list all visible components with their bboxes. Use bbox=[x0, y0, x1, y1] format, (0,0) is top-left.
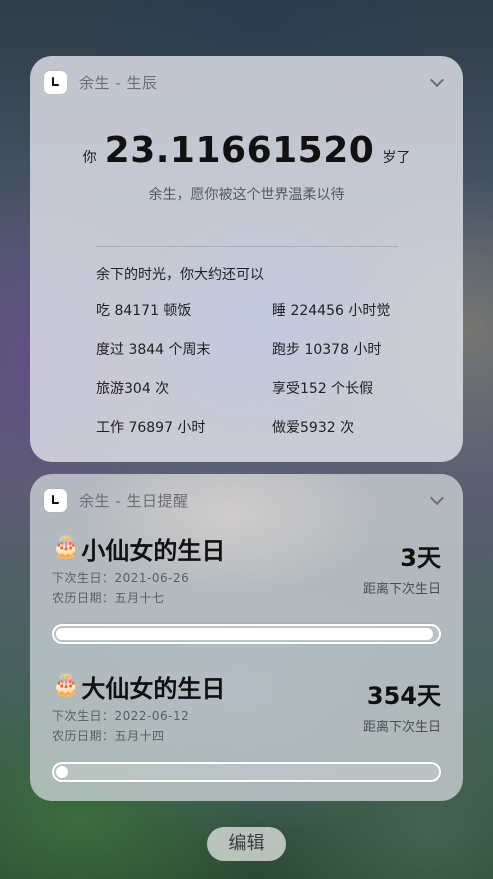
days-remaining-label: 距离下次生日 bbox=[362, 720, 441, 735]
age-display: 你 23.11661520 岁了 bbox=[30, 130, 463, 171]
cake-icon: 🎂 bbox=[52, 673, 80, 698]
birthday-progress-bar bbox=[52, 762, 441, 782]
days-remaining: 354天 bbox=[366, 682, 441, 710]
chevron-down-icon[interactable] bbox=[429, 492, 445, 508]
stat-item: 度过 3844 个周末 bbox=[96, 342, 211, 358]
widget-title: 余生 - 生辰 bbox=[79, 73, 158, 92]
birthday-item: 🎂 大仙女的生日 下次生日：2022-06-12 农历日期：五月十四 354天 … bbox=[52, 670, 441, 782]
birthday-widget[interactable]: 余生 - 生日提醒 🎂 小仙女的生日 下次生日：2021-06-26 农历日期：… bbox=[30, 474, 463, 801]
age-prefix: 你 bbox=[82, 150, 97, 166]
stat-item: 旅游304 次 bbox=[96, 381, 170, 397]
stat-item: 吃 84171 顿饭 bbox=[96, 303, 192, 319]
stats-grid: 吃 84171 顿饭 睡 224456 小时觉 度过 3844 个周末 跑步 1… bbox=[96, 302, 436, 437]
birthday-progress-bar bbox=[52, 624, 441, 644]
clock-app-icon bbox=[44, 70, 67, 94]
age-widget-header: 余生 - 生辰 bbox=[44, 70, 449, 94]
birthday-item: 🎂 小仙女的生日 下次生日：2021-06-26 农历日期：五月十七 3天 距离… bbox=[52, 532, 441, 644]
days-remaining-label: 距离下次生日 bbox=[362, 582, 441, 597]
widget-title: 余生 - 生日提醒 bbox=[79, 491, 189, 510]
progress-fill bbox=[56, 628, 434, 640]
chevron-down-icon[interactable] bbox=[429, 74, 445, 90]
stat-item: 工作 76897 小时 bbox=[96, 420, 206, 436]
stat-item: 享受152 个长假 bbox=[272, 381, 374, 397]
remaining-title: 余下的时光，你大约还可以 bbox=[96, 267, 264, 283]
progress-fill bbox=[56, 766, 68, 778]
stat-item: 睡 224456 小时觉 bbox=[272, 303, 391, 319]
birthday-name: 小仙女的生日 bbox=[81, 536, 226, 565]
age-value: 23.11661520 bbox=[104, 130, 375, 171]
edit-button[interactable]: 编辑 bbox=[207, 827, 286, 861]
divider bbox=[95, 246, 398, 247]
cake-icon: 🎂 bbox=[52, 535, 80, 560]
days-remaining: 3天 bbox=[400, 544, 441, 572]
age-suffix: 岁了 bbox=[382, 150, 411, 166]
motto-text: 余生，愿你被这个世界温柔以待 bbox=[148, 187, 345, 203]
stat-item: 做爱5932 次 bbox=[272, 420, 355, 436]
stat-item: 跑步 10378 小时 bbox=[272, 342, 382, 358]
age-widget[interactable]: 余生 - 生辰 你 23.11661520 岁了 余生，愿你被这个世界温柔以待 … bbox=[30, 56, 463, 462]
birthday-widget-header: 余生 - 生日提醒 bbox=[44, 488, 449, 512]
clock-app-icon bbox=[44, 488, 67, 512]
birthday-name: 大仙女的生日 bbox=[81, 674, 226, 703]
